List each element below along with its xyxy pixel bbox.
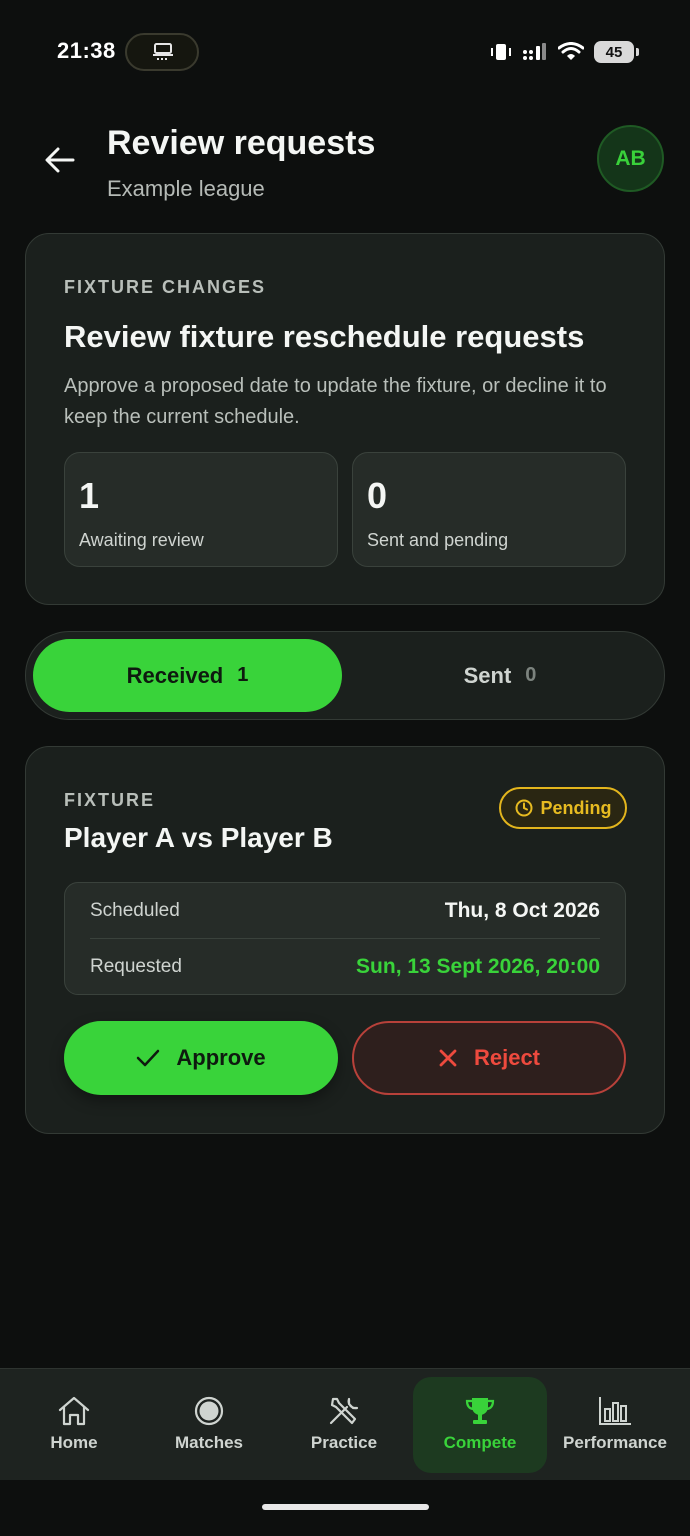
summary-eyebrow: FIXTURE CHANGES: [64, 277, 267, 297]
requested-label: Requested: [90, 956, 182, 977]
stat-value: 1: [79, 475, 100, 516]
status-time: 21:38: [57, 38, 116, 63]
tab-label: Sent: [463, 662, 512, 688]
status-badge-label: Pending: [540, 797, 612, 818]
tools-icon: [329, 1397, 359, 1425]
nav-item-home[interactable]: Home: [7, 1377, 141, 1473]
bar-chart-icon: [599, 1397, 631, 1425]
stat-awaiting-review: 1 Awaiting review: [64, 452, 338, 567]
status-badge: Pending: [499, 787, 627, 829]
ball-icon: [194, 1396, 224, 1426]
signal-icon: [523, 43, 546, 60]
status-icons: 45: [490, 38, 639, 66]
battery-indicator: 45: [594, 41, 639, 63]
nav-item-compete[interactable]: Compete: [413, 1377, 547, 1473]
approve-label: Approve: [176, 1045, 266, 1070]
requested-row: Requested Sun, 13 Sept 2026, 20:00: [90, 939, 600, 995]
avatar[interactable]: AB: [597, 125, 664, 192]
scheduled-value: Thu, 8 Oct 2026: [444, 898, 600, 922]
cast-indicator: [125, 33, 199, 71]
nav-label: Compete: [443, 1433, 517, 1452]
check-icon: [137, 1049, 160, 1067]
request-card: FIXTURE Player A vs Player B Pending Sch…: [25, 746, 665, 1134]
requested-value: Sun, 13 Sept 2026, 20:00: [356, 955, 600, 978]
arrow-left-icon: [45, 147, 75, 173]
schedule-details: Scheduled Thu, 8 Oct 2026 Requested Sun,…: [64, 882, 626, 995]
home-indicator[interactable]: [262, 1504, 429, 1510]
bottom-nav: Home Matches Practice Compete Performanc…: [0, 1368, 690, 1480]
screen: 21:38 45 Review requests Example league …: [0, 0, 690, 1536]
stat-label: Awaiting review: [79, 530, 204, 550]
stat-sent-pending: 0 Sent and pending: [352, 452, 626, 567]
nav-item-performance[interactable]: Performance: [548, 1377, 682, 1473]
tab-label: Received: [126, 662, 224, 688]
summary-title: Review fixture reschedule requests: [64, 319, 585, 354]
scheduled-label: Scheduled: [90, 899, 180, 921]
stat-label: Sent and pending: [367, 530, 509, 550]
tab-received[interactable]: Received 1: [33, 639, 342, 712]
nav-label: Practice: [310, 1433, 378, 1452]
summary-description: Approve a proposed date to update the fi…: [64, 375, 607, 428]
nav-label: Performance: [563, 1433, 667, 1452]
cast-icon: [153, 43, 173, 60]
tab-count: 0: [525, 664, 537, 686]
wifi-icon: [558, 42, 584, 60]
status-bar: 21:38 45: [0, 0, 690, 100]
tab-count: 1: [237, 664, 249, 686]
page-subtitle: Example league: [107, 176, 265, 201]
nav-label: Matches: [174, 1433, 244, 1452]
fixture-title: Player A vs Player B: [64, 822, 333, 853]
tab-sent[interactable]: Sent 0: [342, 639, 658, 712]
reject-button[interactable]: Reject: [352, 1021, 626, 1095]
reject-label: Reject: [473, 1045, 541, 1070]
stat-value: 0: [367, 475, 388, 516]
page-title: Review requests: [107, 124, 376, 162]
fixture-eyebrow: FIXTURE: [64, 790, 156, 810]
home-icon: [58, 1396, 90, 1426]
trophy-icon: [465, 1398, 495, 1424]
back-button[interactable]: [40, 142, 80, 178]
nav-item-practice[interactable]: Practice: [277, 1377, 411, 1473]
scheduled-row: Scheduled Thu, 8 Oct 2026: [90, 883, 600, 939]
summary-card: FIXTURE CHANGES Review fixture reschedul…: [25, 233, 665, 605]
nav-label: Home: [50, 1433, 98, 1452]
approve-button[interactable]: Approve: [64, 1021, 338, 1095]
close-icon: [439, 1049, 457, 1067]
request-tabs: Received 1 Sent 0: [25, 631, 665, 720]
vibrate-icon: [491, 44, 511, 60]
clock-icon: [515, 799, 532, 817]
nav-item-matches[interactable]: Matches: [142, 1377, 276, 1473]
